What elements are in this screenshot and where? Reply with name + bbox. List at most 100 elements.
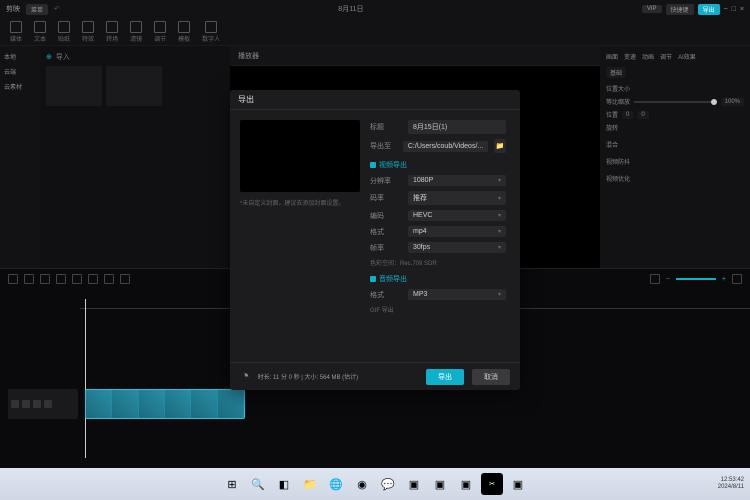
- export-button[interactable]: 导出: [426, 369, 464, 385]
- pos-label: 位置: [606, 110, 618, 119]
- resolution-select[interactable]: 1080P▾: [408, 175, 506, 186]
- tl-zoom-slider[interactable]: [676, 278, 716, 280]
- app-icon[interactable]: ▣: [507, 473, 529, 495]
- chevron-down-icon: ▾: [498, 195, 501, 202]
- minimize-icon[interactable]: −: [724, 6, 728, 13]
- media-panel: ⊕导入: [40, 46, 230, 268]
- tool-adjust[interactable]: 调节: [152, 21, 168, 43]
- source-local[interactable]: 本地: [4, 52, 36, 61]
- dialog-title: 导出: [238, 94, 254, 105]
- tool-transition[interactable]: 转场: [104, 21, 120, 43]
- project-date: 8月11日: [338, 4, 363, 14]
- folder-icon: 📁: [496, 142, 505, 150]
- path-label: 导出至: [370, 141, 397, 151]
- tl-zoom-out[interactable]: −: [666, 276, 670, 283]
- tool-filter[interactable]: 滤镜: [128, 21, 144, 43]
- start-button[interactable]: ⊞: [221, 473, 243, 495]
- source-cloud[interactable]: 云端: [4, 67, 36, 76]
- shortcut-button[interactable]: 快捷键: [666, 4, 694, 15]
- main-toolbar: 媒体 文本 贴纸 特效 转场 滤镜 调节 模板 数字人: [0, 18, 750, 46]
- tool-sticker[interactable]: 贴纸: [56, 21, 72, 43]
- wechat-icon[interactable]: 💬: [377, 473, 399, 495]
- source-lib[interactable]: 云素材: [4, 82, 36, 91]
- tl-tool[interactable]: [40, 274, 50, 284]
- playhead[interactable]: [85, 299, 86, 458]
- media-thumbnail[interactable]: [46, 66, 102, 106]
- scale-slider[interactable]: [634, 101, 717, 103]
- tl-tool[interactable]: [120, 274, 130, 284]
- import-button[interactable]: 导入: [56, 52, 70, 62]
- format-select[interactable]: mp4▾: [408, 226, 506, 237]
- codec-label: 编码: [370, 211, 402, 221]
- undo-icon[interactable]: ↶: [54, 5, 60, 13]
- fps-select[interactable]: 30fps▾: [408, 242, 506, 253]
- audio-format-select[interactable]: MP3▾: [408, 289, 506, 300]
- fps-label: 帧率: [370, 243, 402, 253]
- tl-fit-icon[interactable]: [732, 274, 742, 284]
- pos-size-header: 位置大小: [606, 84, 630, 93]
- codec-select[interactable]: HEVC▾: [408, 210, 506, 221]
- capcut-icon[interactable]: ✂: [481, 473, 503, 495]
- bitrate-select[interactable]: 推荐▾: [408, 191, 506, 205]
- tab-adjust[interactable]: 调节: [660, 52, 672, 61]
- app-name: 剪映: [6, 4, 20, 14]
- path-input[interactable]: C:/Users/coub/Videos/...: [403, 141, 488, 152]
- tl-tool[interactable]: [56, 274, 66, 284]
- player-label: 播放器: [238, 51, 259, 61]
- vip-badge[interactable]: VIP: [642, 5, 662, 13]
- format-label: 格式: [370, 227, 402, 237]
- chevron-down-icon: ▾: [498, 177, 501, 184]
- tl-tool[interactable]: [8, 274, 18, 284]
- tab-anim[interactable]: 动画: [642, 52, 654, 61]
- title-input[interactable]: 8月15日(1): [408, 120, 506, 134]
- browse-folder-button[interactable]: 📁: [494, 139, 506, 153]
- tl-zoom-in[interactable]: +: [722, 276, 726, 283]
- tl-tool[interactable]: [72, 274, 82, 284]
- tl-mic-icon[interactable]: [650, 274, 660, 284]
- audio-export-header: 音频导出: [379, 274, 407, 284]
- tl-tool[interactable]: [104, 274, 114, 284]
- tab-ai[interactable]: AI效果: [678, 52, 696, 61]
- video-clip[interactable]: [85, 389, 245, 419]
- titlebar-export-button[interactable]: 导出: [698, 4, 720, 15]
- edge-icon[interactable]: 🌐: [325, 473, 347, 495]
- chevron-down-icon: ▾: [498, 244, 501, 251]
- menu-button[interactable]: 菜单: [26, 4, 48, 15]
- export-dialog: 导出 *未自定义封面，建议去添加封面设置。 标题 8月15日(1) 导出至 C:…: [230, 90, 520, 390]
- pos-y[interactable]: 0: [637, 111, 648, 119]
- system-tray[interactable]: 12:53:42 2024/8/11: [718, 477, 744, 491]
- titlebar: 剪映 菜单 ↶ 8月11日 VIP 快捷键 导出 − □ ×: [0, 0, 750, 18]
- pos-x[interactable]: 0: [622, 111, 633, 119]
- tab-picture[interactable]: 画面: [606, 52, 618, 61]
- tab-speed[interactable]: 变速: [624, 52, 636, 61]
- maximize-icon[interactable]: □: [732, 6, 736, 13]
- app-icon[interactable]: ▣: [455, 473, 477, 495]
- gif-export-header: GIF 导出: [370, 305, 506, 314]
- chevron-down-icon: ▾: [498, 228, 501, 235]
- tl-tool[interactable]: [24, 274, 34, 284]
- track-header[interactable]: [8, 389, 78, 419]
- cancel-button[interactable]: 取消: [472, 369, 510, 385]
- windows-taskbar[interactable]: ⊞ 🔍 ◧ 📁 🌐 ◉ 💬 ▣ ▣ ▣ ✂ ▣ 12:53:42 2024/8/…: [0, 468, 750, 500]
- explorer-icon[interactable]: 📁: [299, 473, 321, 495]
- duration-estimate: 时长: 11 分 0 秒 | 大小: 564 MB (估计): [258, 372, 358, 381]
- app-icon[interactable]: ▣: [403, 473, 425, 495]
- tool-text[interactable]: 文本: [32, 21, 48, 43]
- tl-tool[interactable]: [88, 274, 98, 284]
- tool-media[interactable]: 媒体: [8, 21, 24, 43]
- scale-value[interactable]: 100%: [721, 98, 744, 106]
- media-thumbnail[interactable]: [106, 66, 162, 106]
- taskview-icon[interactable]: ◧: [273, 473, 295, 495]
- tool-digital-human[interactable]: 数字人: [200, 21, 222, 43]
- close-icon[interactable]: ×: [740, 6, 744, 13]
- tool-effects[interactable]: 特效: [80, 21, 96, 43]
- tool-template[interactable]: 模板: [176, 21, 192, 43]
- cover-hint: *未自定义封面，建议去添加封面设置。: [240, 198, 360, 207]
- blend-header: 混合: [606, 140, 618, 149]
- search-icon[interactable]: 🔍: [247, 473, 269, 495]
- bitrate-label: 码率: [370, 193, 402, 203]
- basic-tab[interactable]: 基础: [606, 67, 626, 78]
- app-icon[interactable]: ▣: [429, 473, 451, 495]
- chrome-icon[interactable]: ◉: [351, 473, 373, 495]
- asset-source-panel: 本地 云端 云素材: [0, 46, 40, 268]
